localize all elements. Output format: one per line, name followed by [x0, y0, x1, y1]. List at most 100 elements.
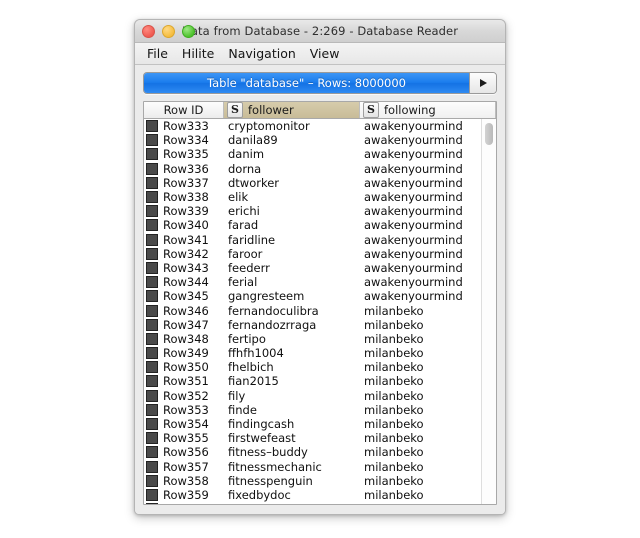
- column-header-rowid[interactable]: Row ID: [144, 102, 224, 118]
- table-row[interactable]: Row345 gangresteem awakenyourmind: [144, 289, 496, 303]
- cell-following: milanbeko: [364, 360, 424, 375]
- table-row[interactable]: Row360 fjmb86milanbeko: [144, 502, 496, 504]
- menu-item-view[interactable]: View: [307, 43, 351, 64]
- cell-rowid-label: Row360: [163, 502, 209, 504]
- row-marker-icon: [146, 488, 158, 501]
- table-row[interactable]: Row348 fertipo milanbeko: [144, 332, 496, 346]
- database-reader-window: Data from Database - 2:269 - Database Re…: [134, 19, 506, 515]
- table-row[interactable]: Row335 danim awakenyourmind: [144, 147, 496, 161]
- cell-rowid-label: Row348: [163, 331, 209, 346]
- table-row[interactable]: Row355 firstwefeast milanbeko: [144, 431, 496, 445]
- table-row[interactable]: Row342 faroor awakenyourmind: [144, 247, 496, 261]
- cell-follower: feederr: [228, 260, 270, 275]
- cell-rowid-label: Row349: [163, 346, 209, 361]
- vertical-scrollbar[interactable]: [481, 119, 496, 504]
- table-row[interactable]: Row357 fitnessmechanic milanbeko: [144, 460, 496, 474]
- column-header-follower[interactable]: S follower: [224, 102, 360, 118]
- table-row[interactable]: Row334 danila89 awakenyourmind: [144, 133, 496, 147]
- table-row[interactable]: Row359 fixedbydoc milanbeko: [144, 488, 496, 502]
- cell-follower: danila89: [228, 133, 278, 148]
- cell-follower: fixedbydoc: [228, 487, 291, 502]
- maximize-window-icon[interactable]: [182, 24, 195, 38]
- table-row[interactable]: Row336 dorna awakenyourmind: [144, 162, 496, 176]
- string-type-icon: S: [227, 102, 243, 118]
- table-row[interactable]: Row356 fitness–buddy milanbeko: [144, 445, 496, 459]
- cell-follower: fjmb86: [224, 502, 360, 504]
- row-marker-icon: [146, 432, 158, 445]
- cell-following: awakenyourmind: [364, 190, 463, 205]
- table-row[interactable]: Row344 ferial awakenyourmind: [144, 275, 496, 289]
- minimize-window-icon[interactable]: [162, 24, 175, 38]
- menu-item-navigation[interactable]: Navigation: [225, 43, 306, 64]
- table-row[interactable]: Row354 findingcash milanbeko: [144, 417, 496, 431]
- row-marker-icon: [146, 361, 158, 374]
- row-marker-icon: [146, 134, 158, 147]
- string-type-icon: S: [363, 102, 379, 118]
- cell-rowid: Row358: [144, 474, 224, 488]
- column-header-rowid-label: Row ID: [163, 103, 204, 117]
- cell-rowid: Row335: [144, 147, 224, 161]
- table-row[interactable]: Row347 fernandozrraga milanbeko: [144, 318, 496, 332]
- table-row[interactable]: Row340 farad awakenyourmind: [144, 218, 496, 232]
- row-marker-icon: [146, 205, 158, 218]
- menubar: File Hilite Navigation View: [135, 43, 505, 65]
- close-window-icon[interactable]: [142, 24, 155, 38]
- row-marker-icon: [146, 418, 158, 431]
- window-titlebar[interactable]: Data from Database - 2:269 - Database Re…: [135, 20, 505, 43]
- cell-follower: finde: [228, 402, 257, 417]
- table-row[interactable]: Row343 feederr awakenyourmind: [144, 261, 496, 275]
- column-header-follower-label: follower: [248, 103, 294, 117]
- cell-rowid-label: Row359: [163, 487, 209, 502]
- table-row[interactable]: Row333 cryptomonitor awakenyourmind: [144, 119, 496, 133]
- table-row[interactable]: Row353 finde milanbeko: [144, 403, 496, 417]
- cell-rowid: Row357: [144, 460, 224, 474]
- table-row[interactable]: Row341 faridline awakenyourmind: [144, 233, 496, 247]
- cell-rowid: Row350: [144, 360, 224, 374]
- table-row[interactable]: Row338 elik awakenyourmind: [144, 190, 496, 204]
- cell-following: awakenyourmind: [364, 133, 463, 148]
- cell-rowid-label: Row356: [163, 445, 209, 460]
- table-row[interactable]: Row351 fian2015 milanbeko: [144, 374, 496, 388]
- cell-rowid-label: Row336: [163, 161, 209, 176]
- column-header-following[interactable]: S following: [360, 102, 496, 118]
- cell-rowid: Row337: [144, 176, 224, 190]
- cell-rowid-label: Row339: [163, 204, 209, 219]
- cell-follower: fitnessmechanic: [228, 459, 322, 474]
- cell-following: awakenyourmind: [364, 218, 463, 233]
- row-marker-icon: [146, 247, 158, 260]
- cell-following: milanbeko: [364, 487, 424, 502]
- row-marker-icon: [146, 191, 158, 204]
- cell-following: awakenyourmind: [364, 260, 463, 275]
- cell-rowid: Row355: [144, 431, 224, 445]
- row-marker-icon: [146, 148, 158, 161]
- cell-rowid-label: Row342: [163, 246, 209, 261]
- vertical-scrollbar-thumb[interactable]: [485, 123, 493, 145]
- cell-following: awakenyourmind: [364, 232, 463, 247]
- cell-follower: faroor: [228, 246, 263, 261]
- next-table-button[interactable]: [469, 73, 496, 93]
- data-table: Row ID S follower S following Row333 cryp…: [143, 101, 497, 505]
- cell-rowid: Row347: [144, 318, 224, 332]
- cell-following: milanbeko: [360, 502, 496, 504]
- cell-rowid: Row353: [144, 403, 224, 417]
- table-row[interactable]: Row352 fily milanbeko: [144, 389, 496, 403]
- table-row[interactable]: Row337 dtworker awakenyourmind: [144, 176, 496, 190]
- cell-rowid-label: Row351: [163, 374, 209, 389]
- cell-rowid: Row360: [144, 502, 224, 504]
- row-marker-icon: [146, 446, 158, 459]
- menu-item-hilite[interactable]: Hilite: [179, 43, 225, 64]
- cell-follower: fitness–buddy: [228, 445, 308, 460]
- table-row[interactable]: Row346 fernandoculibra milanbeko: [144, 303, 496, 318]
- table-row[interactable]: Row349 ffhfh1004 milanbeko: [144, 346, 496, 360]
- row-marker-icon: [146, 347, 158, 360]
- cell-follower: erichi: [228, 204, 260, 219]
- menu-item-file[interactable]: File: [144, 43, 179, 64]
- cell-rowid-label: Row353: [163, 402, 209, 417]
- cell-following: milanbeko: [364, 459, 424, 474]
- cell-rowid: Row344: [144, 275, 224, 289]
- table-row[interactable]: Row358 fitnesspenguin milanbeko: [144, 474, 496, 488]
- table-info-label: Table "database" – Rows: 8000000: [144, 73, 469, 93]
- window-controls: [142, 20, 195, 42]
- table-row[interactable]: Row339 erichi awakenyourmind: [144, 204, 496, 218]
- table-row[interactable]: Row350 fhelbich milanbeko: [144, 360, 496, 374]
